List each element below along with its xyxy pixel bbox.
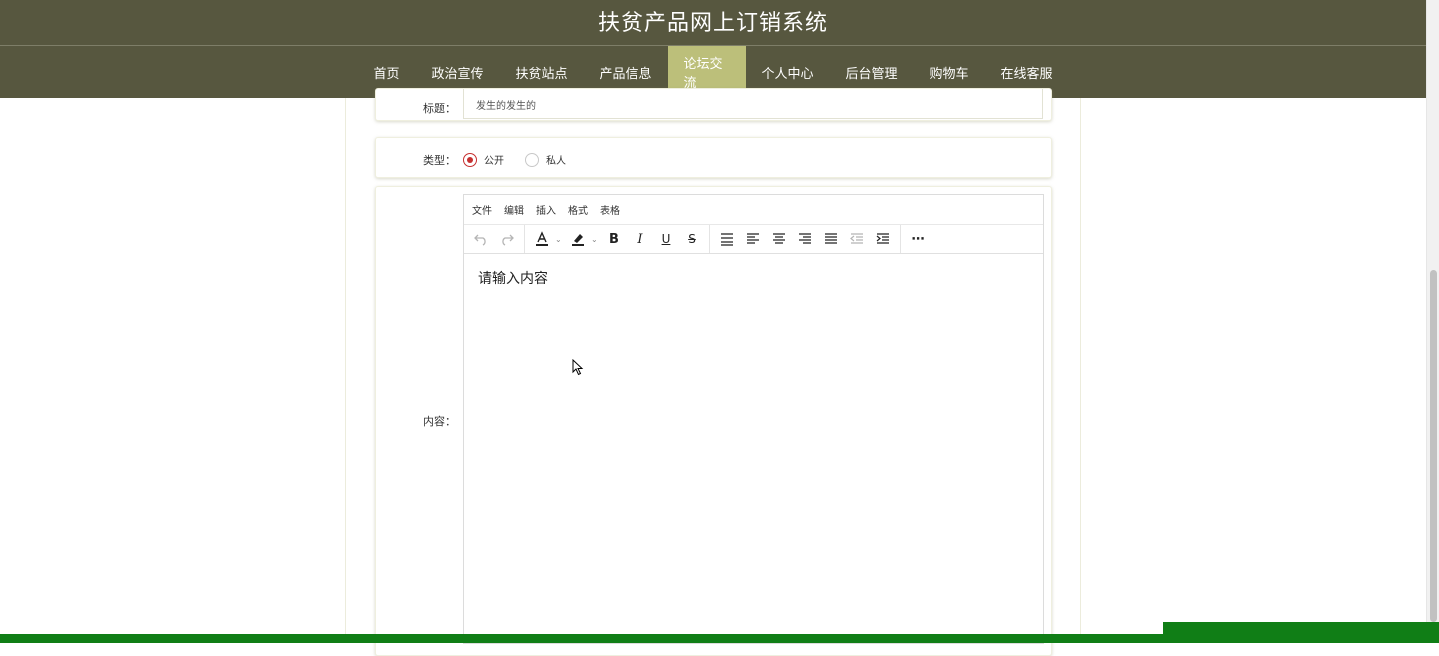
radio-public-label: 公开 bbox=[484, 156, 504, 167]
align-left-icon[interactable] bbox=[740, 228, 766, 250]
highlight-icon[interactable] bbox=[565, 228, 591, 250]
outdent-icon[interactable] bbox=[844, 228, 870, 250]
radio-unchecked-icon bbox=[525, 152, 539, 167]
italic-icon[interactable]: I bbox=[627, 228, 653, 250]
type-row: 类型： 公开 私人 bbox=[375, 137, 1052, 178]
title-input[interactable]: 发生的发生的 bbox=[463, 89, 1043, 119]
undo-icon[interactable] bbox=[468, 228, 494, 250]
chevron-down-icon[interactable]: ⌄ bbox=[555, 235, 565, 244]
underline-icon[interactable]: U bbox=[653, 228, 679, 250]
align-justify-icon[interactable] bbox=[818, 228, 844, 250]
bottom-bar bbox=[0, 634, 1439, 643]
type-label: 类型： bbox=[423, 154, 456, 167]
bold-icon[interactable]: B bbox=[601, 228, 627, 250]
chevron-down-icon[interactable]: ⌄ bbox=[591, 235, 601, 244]
more-icon[interactable]: ⋯ bbox=[905, 228, 931, 250]
toolbar-divider bbox=[900, 225, 901, 253]
menu-edit[interactable]: 编辑 bbox=[504, 202, 524, 217]
content-row: 内容： 文件 编辑 插入 格式 表格 ⌄ ⌄ B I U S ⋯ 请输入内容 bbox=[375, 186, 1052, 656]
editor-toolbar: ⌄ ⌄ B I U S ⋯ bbox=[464, 225, 1043, 254]
toolbar-divider bbox=[709, 225, 710, 253]
menu-format[interactable]: 格式 bbox=[568, 202, 588, 217]
menu-insert[interactable]: 插入 bbox=[536, 202, 556, 217]
redo-icon[interactable] bbox=[494, 228, 520, 250]
site-header: 扶贫产品网上订销系统 bbox=[0, 0, 1426, 46]
page-scrollbar[interactable] bbox=[1426, 0, 1439, 643]
align-center-icon[interactable] bbox=[766, 228, 792, 250]
menu-table[interactable]: 表格 bbox=[600, 202, 620, 217]
form-panel: 标题： 发生的发生的 类型： 公开 私人 内容： 文件 编辑 插入 格式 表格 bbox=[345, 88, 1081, 656]
radio-public[interactable]: 公开 bbox=[463, 152, 504, 167]
radio-checked-icon bbox=[463, 152, 477, 167]
radio-private-label: 私人 bbox=[546, 156, 566, 167]
site-title: 扶贫产品网上订销系统 bbox=[597, 10, 828, 36]
indent-icon[interactable] bbox=[870, 228, 896, 250]
rich-text-editor: 文件 编辑 插入 格式 表格 ⌄ ⌄ B I U S ⋯ 请输入内容 bbox=[463, 194, 1044, 644]
list-icon[interactable] bbox=[714, 228, 740, 250]
mouse-pointer-icon bbox=[572, 359, 584, 376]
title-row: 标题： 发生的发生的 bbox=[375, 88, 1052, 121]
align-right-icon[interactable] bbox=[792, 228, 818, 250]
menu-file[interactable]: 文件 bbox=[472, 202, 492, 217]
scrollbar-thumb[interactable] bbox=[1430, 270, 1437, 622]
title-label: 标题： bbox=[423, 102, 456, 115]
editor-menubar: 文件 编辑 插入 格式 表格 bbox=[464, 195, 1043, 225]
toolbar-divider bbox=[524, 225, 525, 253]
radio-private[interactable]: 私人 bbox=[525, 152, 566, 167]
font-color-icon[interactable] bbox=[529, 228, 555, 250]
strikethrough-icon[interactable]: S bbox=[679, 228, 705, 250]
editor-body[interactable]: 请输入内容 bbox=[464, 254, 1043, 302]
content-label: 内容： bbox=[423, 415, 456, 428]
